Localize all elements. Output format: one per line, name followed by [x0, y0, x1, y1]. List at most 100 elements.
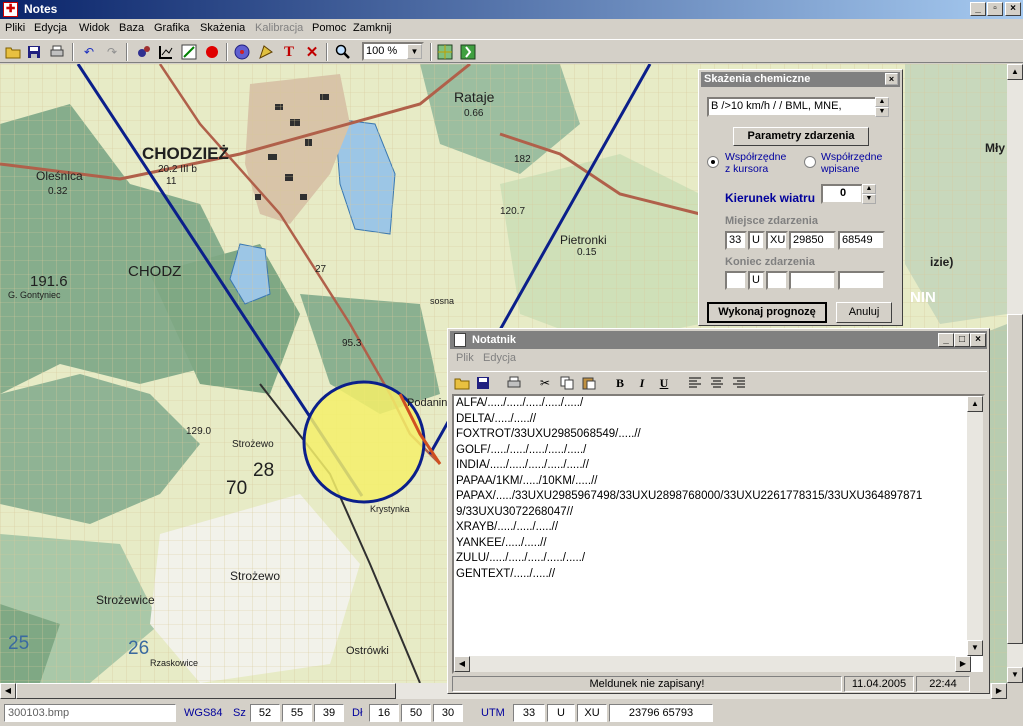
title-bar[interactable]: Notes _ ▫ × [0, 0, 1023, 19]
zoom-select[interactable]: 100 % ▼ [362, 42, 424, 61]
save-icon[interactable] [473, 374, 493, 392]
chart-axes-icon[interactable] [156, 42, 176, 62]
menu-skazenia[interactable]: Skażenia [200, 22, 245, 34]
scroll-left-icon[interactable]: ◀ [0, 683, 16, 699]
align-center-icon[interactable] [707, 374, 727, 392]
editor-horizontal-scrollbar[interactable]: ◀ ▶ [454, 656, 971, 672]
gears-icon[interactable] [134, 42, 154, 62]
agent-select[interactable]: B />10 km/h / / BML, MNE, [707, 97, 879, 117]
close-button[interactable]: × [1005, 2, 1021, 16]
scroll-down-icon[interactable]: ▼ [967, 640, 983, 656]
end-zone[interactable] [725, 271, 747, 290]
menu-edycja[interactable]: Edycja [34, 22, 67, 34]
paste-icon[interactable] [579, 374, 599, 392]
close-icon[interactable]: × [885, 73, 898, 85]
delete-tool-icon[interactable]: ✕ [302, 42, 322, 62]
map-label: 95.3 [342, 338, 362, 349]
map-label: 26 [128, 638, 149, 659]
maximize-button[interactable]: □ [954, 333, 970, 347]
menu-grafika[interactable]: Grafika [154, 22, 189, 34]
cancel-button[interactable]: Anuluj [836, 302, 892, 323]
minimize-button[interactable]: _ [938, 333, 954, 347]
utm-band: U [547, 704, 575, 722]
menu-baza[interactable]: Baza [119, 22, 144, 34]
wind-input[interactable]: 0 [821, 184, 863, 204]
end-label: Koniec zdarzenia [725, 256, 815, 268]
menu-kalibracja[interactable]: Kalibracja [255, 22, 303, 34]
place-northing[interactable]: 68549 [838, 231, 885, 250]
draw-line-icon[interactable] [179, 42, 199, 62]
save-icon[interactable] [24, 42, 44, 62]
panel-title-text: Skażenia chemiczne [704, 73, 811, 85]
scroll-down-icon[interactable]: ▼ [1007, 667, 1023, 683]
editor-vertical-scrollbar[interactable]: ▲ ▼ [967, 396, 983, 656]
maximize-button[interactable]: ▫ [987, 2, 1003, 16]
radio-entered[interactable] [804, 156, 816, 168]
underline-icon[interactable]: U [654, 374, 674, 392]
chevron-down-icon[interactable]: ▼ [407, 44, 422, 59]
utm-square: XU [577, 704, 607, 722]
print-icon[interactable] [504, 374, 524, 392]
scroll-left-icon[interactable]: ◀ [454, 656, 470, 672]
minimize-button[interactable]: _ [970, 2, 986, 16]
toolbar-separator [126, 43, 128, 61]
place-band[interactable]: U [748, 231, 765, 250]
map-label: 70 [226, 478, 247, 499]
notes-menu-plik[interactable]: Plik [456, 352, 474, 364]
run-forecast-button[interactable]: Wykonaj prognozę [707, 302, 827, 323]
menu-pomoc[interactable]: Pomoc [312, 22, 346, 34]
menu-pliki[interactable]: Pliki [5, 22, 25, 34]
undo-icon[interactable]: ↶ [79, 42, 99, 62]
circle-zone-icon[interactable] [232, 42, 252, 62]
magnifier-icon[interactable] [333, 42, 353, 62]
cut-icon[interactable]: ✂ [535, 374, 555, 392]
map-walk-icon[interactable] [458, 42, 478, 62]
radio-cursor[interactable] [707, 156, 719, 168]
copy-icon[interactable] [557, 374, 577, 392]
end-square[interactable] [766, 271, 788, 290]
menu-zamknij[interactable]: Zamknij [353, 22, 392, 34]
document-icon [454, 333, 466, 347]
place-square[interactable]: XU [766, 231, 788, 250]
wind-label: Kierunek wiatru [725, 191, 816, 205]
area-tool-icon[interactable] [256, 42, 276, 62]
map-label: Strożewice [96, 593, 155, 607]
scroll-right-icon[interactable]: ▶ [955, 656, 971, 672]
spin-down-icon[interactable]: ▼ [875, 107, 889, 117]
notes-editor[interactable]: ALFA/...../...../...../...../...../ DELT… [452, 394, 985, 674]
close-button[interactable]: × [970, 333, 986, 347]
align-right-icon[interactable] [729, 374, 749, 392]
end-easting[interactable] [789, 271, 836, 290]
italic-icon[interactable]: I [632, 374, 652, 392]
spin-up-icon[interactable]: ▲ [862, 184, 876, 194]
notes-menu-edycja[interactable]: Edycja [483, 352, 516, 364]
scroll-thumb[interactable] [16, 683, 396, 699]
map-grid-icon[interactable] [435, 42, 455, 62]
editor-line: YANKEE/...../.....// [456, 536, 547, 549]
map-vertical-scrollbar[interactable]: ▲ ▼ [1007, 64, 1023, 683]
scroll-up-icon[interactable]: ▲ [967, 396, 983, 412]
print-icon[interactable] [47, 42, 67, 62]
map-label: Rzaskowice [150, 658, 198, 668]
place-zone[interactable]: 33 [725, 231, 747, 250]
red-point-icon[interactable] [202, 42, 222, 62]
spin-up-icon[interactable]: ▲ [875, 97, 889, 107]
bold-icon[interactable]: B [610, 374, 630, 392]
align-left-icon[interactable] [685, 374, 705, 392]
menu-widok[interactable]: Widok [79, 22, 110, 34]
open-folder-icon[interactable] [452, 374, 472, 392]
text-tool-icon[interactable]: T [279, 42, 299, 62]
redo-icon[interactable]: ↷ [102, 42, 122, 62]
end-northing[interactable] [838, 271, 885, 290]
notes-title-bar[interactable]: Notatnik _ □ × [450, 331, 987, 349]
open-folder-icon[interactable] [3, 42, 23, 62]
scroll-up-icon[interactable]: ▲ [1007, 64, 1023, 80]
notes-toolbar: ✂ B I U [450, 371, 987, 393]
panel-title[interactable]: Skażenia chemiczne × [701, 72, 900, 87]
place-easting[interactable]: 29850 [789, 231, 836, 250]
scroll-right-icon[interactable]: ▶ [991, 683, 1007, 699]
end-band[interactable]: U [748, 271, 765, 290]
scroll-thumb[interactable] [1007, 314, 1023, 644]
params-button[interactable]: Parametry zdarzenia [733, 127, 869, 146]
spin-down-icon[interactable]: ▼ [862, 194, 876, 204]
